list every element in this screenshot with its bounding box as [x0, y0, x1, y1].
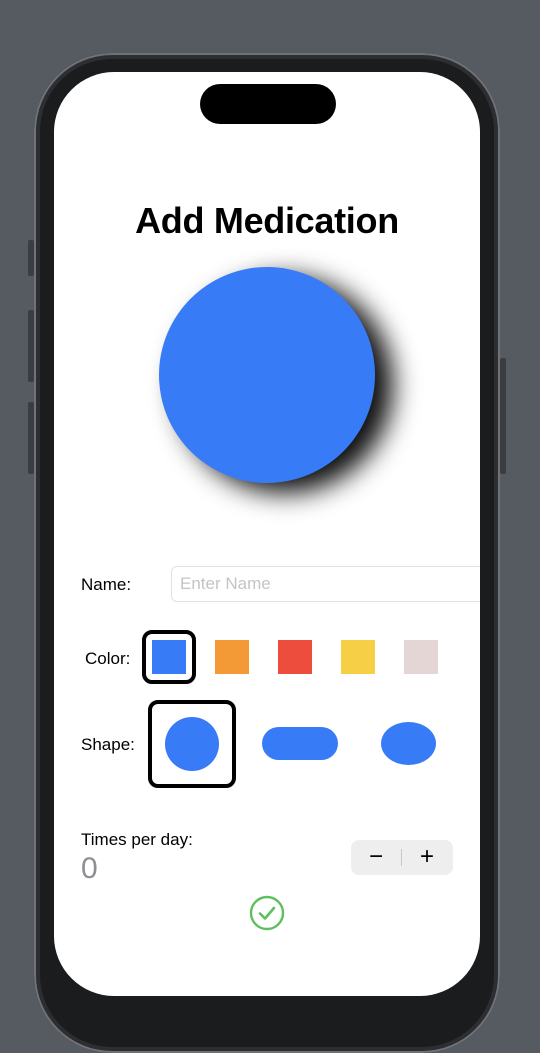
- app-screen: Add Medication Name: Color: Shape: Times…: [54, 72, 480, 996]
- color-swatch-yellow[interactable]: [341, 640, 375, 674]
- color-swatch-red[interactable]: [278, 640, 312, 674]
- color-swatch-blue[interactable]: [152, 640, 186, 674]
- shape-label: Shape:: [81, 735, 135, 754]
- confirm-button[interactable]: [249, 895, 285, 931]
- times-per-day-stepper: − +: [351, 840, 453, 875]
- color-swatch-orange[interactable]: [215, 640, 249, 674]
- decrement-button[interactable]: −: [351, 840, 401, 875]
- color-swatch-beige[interactable]: [404, 640, 438, 674]
- times-per-day-label: Times per day:: [81, 830, 193, 849]
- checkmark-circle-icon: [249, 895, 285, 931]
- circle-icon[interactable]: [165, 717, 219, 771]
- name-input[interactable]: [171, 566, 480, 602]
- oval-icon[interactable]: [381, 722, 436, 765]
- pill-preview: [159, 267, 375, 483]
- times-per-day-value: 0: [81, 852, 98, 885]
- color-label: Color:: [85, 649, 131, 668]
- page-title: Add Medication: [135, 200, 399, 241]
- capsule-icon[interactable]: [262, 727, 338, 760]
- increment-button[interactable]: +: [402, 840, 452, 875]
- power-button: [500, 358, 506, 474]
- dynamic-island: [200, 84, 336, 124]
- name-label: Name:: [81, 575, 132, 594]
